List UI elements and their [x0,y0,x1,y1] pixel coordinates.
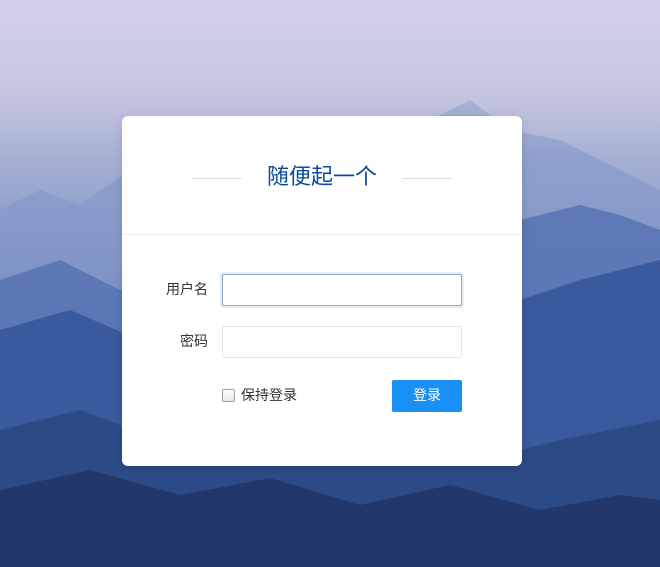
username-label: 用户名 [166,282,208,298]
login-button[interactable]: 登录 [392,380,462,412]
login-title: 随便起一个 [266,165,377,190]
login-card: 随便起一个 用户名 密码 保持登录 登录 [122,116,522,466]
username-input[interactable] [222,274,462,306]
title-divider-right [402,178,452,179]
password-label: 密码 [180,334,208,350]
remember-label: 保持登录 [241,388,297,404]
login-header: 随便起一个 [122,116,522,235]
remember-checkbox[interactable] [222,388,235,402]
password-input[interactable] [222,326,462,358]
remember-me[interactable]: 保持登录 [222,386,297,404]
